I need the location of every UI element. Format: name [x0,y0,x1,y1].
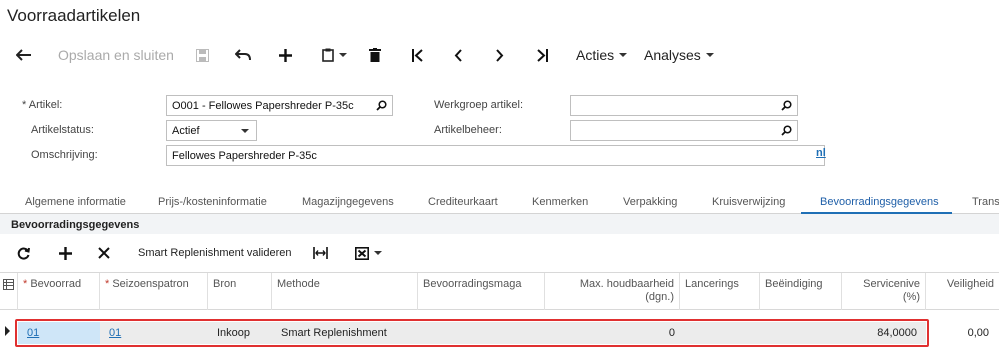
tab-vendor[interactable]: Crediteurkaart [428,196,498,208]
column-header-termination[interactable]: Beëindiging [760,273,842,310]
next-icon[interactable] [491,45,507,65]
grid-header: * Bevoorrad * Seizoenspatron Bron Method… [0,272,999,310]
status-label: Artikelstatus: [31,124,94,136]
main-toolbar: Opslaan en sluiten Acties Analyses [0,40,999,70]
language-link[interactable]: nl [816,147,826,159]
required-marker: * [23,278,28,290]
column-header-max-shelf-life[interactable]: Max. houdbaarheid (dgn.) [545,273,680,310]
description-input[interactable]: Fellowes Papershreder P-35c [166,145,825,166]
required-marker: * [105,278,110,290]
required-marker: * [22,99,27,111]
trash-icon[interactable] [367,45,383,65]
fit-columns-icon[interactable] [313,244,328,262]
previous-icon[interactable] [450,45,466,65]
chevron-down-icon [241,129,249,133]
column-header-launch[interactable]: Lancerings [680,273,760,310]
chevron-down-icon [705,53,714,57]
tab-general[interactable]: Algemene informatie [25,196,126,208]
tab-replenishment[interactable]: Bevoorradingsgegevens [820,196,939,208]
delete-row-icon[interactable] [98,244,110,262]
analyses-label: Analyses [644,47,701,63]
add-icon[interactable] [276,45,294,65]
status-value: Actief [172,125,200,137]
back-arrow-icon[interactable] [14,45,34,65]
manager-label: Artikelbeheer: [434,124,502,136]
chevron-down-icon [338,53,347,57]
article-input[interactable]: O001 - Fellowes Papershreder P-35c [166,95,393,116]
article-value: O001 - Fellowes Papershreder P-35c [172,100,354,112]
article-label: * Artikel: [22,99,62,111]
workgroup-input[interactable] [570,95,798,116]
page-title: Voorraadartikelen [7,6,141,25]
article-label-text: Artikel: [28,99,63,111]
search-icon[interactable] [781,125,792,136]
analyses-menu[interactable]: Analyses [644,45,714,65]
column-label: Seizoenspatron [112,278,189,290]
description-value: Fellowes Papershreder P-35c [172,150,317,162]
first-record-icon[interactable] [409,45,427,65]
tab-packaging[interactable]: Verpakking [623,196,677,208]
column-header-replenishment-warehouse[interactable]: Bevoorradingsmaga [418,273,545,310]
last-record-icon[interactable] [533,45,551,65]
save-close-button[interactable]: Opslaan en sluiten [58,45,174,65]
chevron-down-icon [619,53,628,57]
cell-safety[interactable]: 0,00 [926,320,994,346]
tab-attributes[interactable]: Kenmerken [532,196,588,208]
section-header [0,214,999,234]
column-header-safety[interactable]: Veiligheid [926,273,999,310]
tab-warehouse[interactable]: Magazijngegevens [302,196,394,208]
workgroup-label: Werkgroep artikel: [434,99,524,111]
tab-price-cost[interactable]: Prijs-/kosteninformatie [158,196,267,208]
add-row-icon[interactable] [59,244,72,262]
export-excel-icon[interactable] [355,244,382,262]
search-icon[interactable] [781,100,792,111]
tab-bar: Algemene informatie Prijs-/kosteninforma… [0,192,999,214]
row-highlight-outline [15,319,929,347]
status-select[interactable]: Actief [166,120,257,141]
column-header-method[interactable]: Methode [272,273,418,310]
column-settings-icon[interactable] [0,273,18,310]
tab-trans[interactable]: Trans [972,196,999,208]
copy-paste-icon[interactable] [319,45,349,65]
save-close-label: Opslaan en sluiten [58,47,174,63]
column-header-source[interactable]: Bron [208,273,272,310]
column-header-season-pattern[interactable]: * Seizoenspatron [100,273,208,310]
actions-menu[interactable]: Acties [576,45,628,65]
column-header-service-level[interactable]: Servicenive (%) [842,273,926,310]
section-title: Bevoorradingsgegevens [11,219,140,231]
refresh-icon[interactable] [17,244,30,262]
validate-smart-replenishment-button[interactable]: Smart Replenishment valideren [138,244,291,262]
column-label: Bevoorrad [30,278,82,290]
tab-cross-reference[interactable]: Kruisverwijzing [712,196,785,208]
save-icon[interactable] [193,45,211,65]
column-header-replenishment[interactable]: * Bevoorrad [18,273,100,310]
search-icon[interactable] [376,100,387,111]
description-label: Omschrijving: [31,149,98,161]
chevron-down-icon [374,251,382,255]
undo-icon[interactable] [234,45,252,65]
actions-label: Acties [576,47,615,63]
validate-label: Smart Replenishment valideren [138,247,292,259]
manager-input[interactable] [570,120,798,141]
